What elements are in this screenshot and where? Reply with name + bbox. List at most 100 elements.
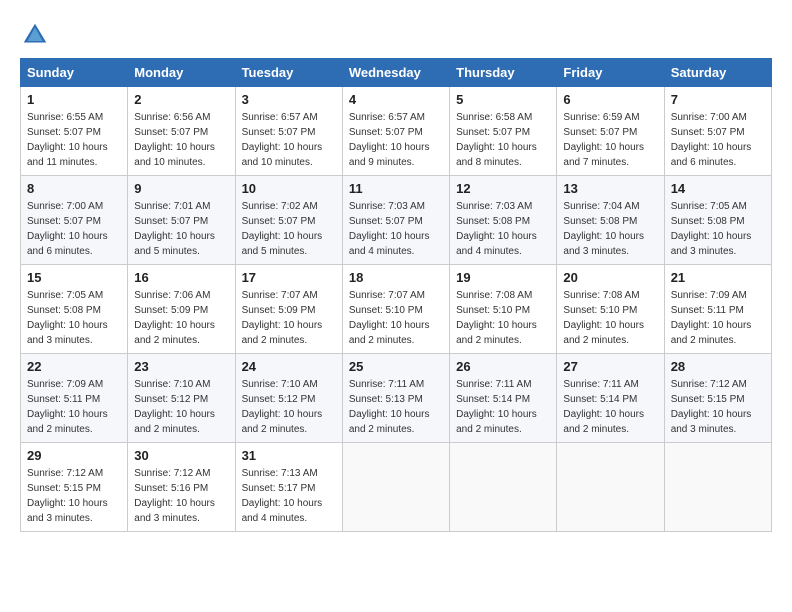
day-number: 2 [134,92,228,107]
day-info: Sunrise: 6:55 AM Sunset: 5:07 PM Dayligh… [27,110,121,170]
day-info: Sunrise: 7:07 AM Sunset: 5:10 PM Dayligh… [349,288,443,348]
day-number: 21 [671,270,765,285]
day-info: Sunrise: 7:09 AM Sunset: 5:11 PM Dayligh… [27,377,121,437]
sunrise-label: Sunrise: 7:03 AM [349,201,425,212]
sunset-label: Sunset: 5:07 PM [27,127,101,138]
calendar-cell: 18 Sunrise: 7:07 AM Sunset: 5:10 PM Dayl… [342,265,449,354]
day-number: 9 [134,181,228,196]
calendar-cell: 20 Sunrise: 7:08 AM Sunset: 5:10 PM Dayl… [557,265,664,354]
weekday-header-tuesday: Tuesday [235,59,342,87]
day-info: Sunrise: 7:05 AM Sunset: 5:08 PM Dayligh… [671,199,765,259]
daylight-label: Daylight: 10 hours and 2 minutes. [27,409,108,435]
sunset-label: Sunset: 5:08 PM [27,305,101,316]
weekday-header-saturday: Saturday [664,59,771,87]
sunset-label: Sunset: 5:10 PM [349,305,423,316]
day-info: Sunrise: 7:05 AM Sunset: 5:08 PM Dayligh… [27,288,121,348]
logo-icon [20,20,50,50]
sunrise-label: Sunrise: 7:12 AM [671,379,747,390]
calendar-cell [342,443,449,532]
sunrise-label: Sunrise: 7:13 AM [242,468,318,479]
day-number: 26 [456,359,550,374]
daylight-label: Daylight: 10 hours and 6 minutes. [671,142,752,168]
sunset-label: Sunset: 5:08 PM [671,216,745,227]
day-number: 5 [456,92,550,107]
day-number: 28 [671,359,765,374]
sunset-label: Sunset: 5:07 PM [134,127,208,138]
sunrise-label: Sunrise: 7:12 AM [27,468,103,479]
sunset-label: Sunset: 5:09 PM [242,305,316,316]
daylight-label: Daylight: 10 hours and 10 minutes. [134,142,215,168]
sunset-label: Sunset: 5:10 PM [456,305,530,316]
daylight-label: Daylight: 10 hours and 3 minutes. [134,498,215,524]
sunset-label: Sunset: 5:07 PM [27,216,101,227]
calendar-cell: 9 Sunrise: 7:01 AM Sunset: 5:07 PM Dayli… [128,176,235,265]
day-number: 29 [27,448,121,463]
sunrise-label: Sunrise: 6:58 AM [456,112,532,123]
calendar-week-row: 15 Sunrise: 7:05 AM Sunset: 5:08 PM Dayl… [21,265,772,354]
weekday-header-friday: Friday [557,59,664,87]
sunset-label: Sunset: 5:15 PM [27,483,101,494]
sunrise-label: Sunrise: 7:03 AM [456,201,532,212]
calendar-cell: 3 Sunrise: 6:57 AM Sunset: 5:07 PM Dayli… [235,87,342,176]
sunrise-label: Sunrise: 7:05 AM [671,201,747,212]
calendar-table: SundayMondayTuesdayWednesdayThursdayFrid… [20,58,772,532]
sunrise-label: Sunrise: 7:00 AM [27,201,103,212]
sunrise-label: Sunrise: 7:08 AM [456,290,532,301]
sunrise-label: Sunrise: 7:10 AM [134,379,210,390]
calendar-cell: 17 Sunrise: 7:07 AM Sunset: 5:09 PM Dayl… [235,265,342,354]
sunrise-label: Sunrise: 7:11 AM [349,379,424,390]
sunset-label: Sunset: 5:07 PM [349,216,423,227]
calendar-cell [557,443,664,532]
calendar-cell: 19 Sunrise: 7:08 AM Sunset: 5:10 PM Dayl… [450,265,557,354]
calendar-cell [450,443,557,532]
sunset-label: Sunset: 5:07 PM [563,127,637,138]
logo [20,20,54,50]
calendar-cell: 31 Sunrise: 7:13 AM Sunset: 5:17 PM Dayl… [235,443,342,532]
daylight-label: Daylight: 10 hours and 6 minutes. [27,231,108,257]
day-number: 30 [134,448,228,463]
daylight-label: Daylight: 10 hours and 8 minutes. [456,142,537,168]
day-info: Sunrise: 6:58 AM Sunset: 5:07 PM Dayligh… [456,110,550,170]
sunset-label: Sunset: 5:07 PM [242,216,316,227]
sunrise-label: Sunrise: 7:11 AM [456,379,531,390]
sunrise-label: Sunrise: 7:00 AM [671,112,747,123]
day-info: Sunrise: 7:12 AM Sunset: 5:15 PM Dayligh… [27,466,121,526]
day-info: Sunrise: 7:11 AM Sunset: 5:14 PM Dayligh… [563,377,657,437]
daylight-label: Daylight: 10 hours and 2 minutes. [456,409,537,435]
sunrise-label: Sunrise: 7:07 AM [242,290,318,301]
page-header [20,20,772,50]
calendar-cell: 29 Sunrise: 7:12 AM Sunset: 5:15 PM Dayl… [21,443,128,532]
day-number: 25 [349,359,443,374]
daylight-label: Daylight: 10 hours and 11 minutes. [27,142,108,168]
day-info: Sunrise: 7:12 AM Sunset: 5:16 PM Dayligh… [134,466,228,526]
sunset-label: Sunset: 5:11 PM [671,305,744,316]
daylight-label: Daylight: 10 hours and 7 minutes. [563,142,644,168]
day-number: 8 [27,181,121,196]
day-info: Sunrise: 7:07 AM Sunset: 5:09 PM Dayligh… [242,288,336,348]
sunrise-label: Sunrise: 7:06 AM [134,290,210,301]
calendar-cell: 14 Sunrise: 7:05 AM Sunset: 5:08 PM Dayl… [664,176,771,265]
calendar-cell: 8 Sunrise: 7:00 AM Sunset: 5:07 PM Dayli… [21,176,128,265]
daylight-label: Daylight: 10 hours and 3 minutes. [671,231,752,257]
weekday-header-sunday: Sunday [21,59,128,87]
calendar-week-row: 22 Sunrise: 7:09 AM Sunset: 5:11 PM Dayl… [21,354,772,443]
sunrise-label: Sunrise: 6:55 AM [27,112,103,123]
day-number: 7 [671,92,765,107]
calendar-cell: 22 Sunrise: 7:09 AM Sunset: 5:11 PM Dayl… [21,354,128,443]
calendar-cell: 12 Sunrise: 7:03 AM Sunset: 5:08 PM Dayl… [450,176,557,265]
calendar-cell: 10 Sunrise: 7:02 AM Sunset: 5:07 PM Dayl… [235,176,342,265]
calendar-cell: 15 Sunrise: 7:05 AM Sunset: 5:08 PM Dayl… [21,265,128,354]
calendar-week-row: 29 Sunrise: 7:12 AM Sunset: 5:15 PM Dayl… [21,443,772,532]
weekday-header-thursday: Thursday [450,59,557,87]
sunset-label: Sunset: 5:07 PM [456,127,530,138]
day-number: 1 [27,92,121,107]
day-number: 31 [242,448,336,463]
sunset-label: Sunset: 5:17 PM [242,483,316,494]
calendar-cell: 5 Sunrise: 6:58 AM Sunset: 5:07 PM Dayli… [450,87,557,176]
calendar-cell: 30 Sunrise: 7:12 AM Sunset: 5:16 PM Dayl… [128,443,235,532]
day-number: 18 [349,270,443,285]
sunset-label: Sunset: 5:14 PM [563,394,637,405]
sunrise-label: Sunrise: 6:57 AM [349,112,425,123]
day-info: Sunrise: 7:03 AM Sunset: 5:08 PM Dayligh… [456,199,550,259]
day-number: 4 [349,92,443,107]
